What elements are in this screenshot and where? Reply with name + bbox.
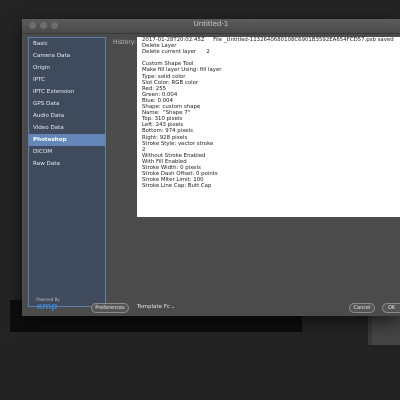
sidebar-item-gps-data[interactable]: GPS Data: [29, 98, 105, 110]
template-folder-dropdown[interactable]: Template Fc⌄: [137, 304, 175, 310]
sidebar-item-camera-data[interactable]: Camera Data: [29, 50, 105, 62]
history-text-area[interactable]: 2017-01-28T20:02:45Z File _Untitled-1132…: [137, 37, 400, 217]
background-strip: [0, 345, 400, 400]
title-bar[interactable]: Untitled-1: [22, 19, 400, 34]
chevron-down-icon: ⌄: [171, 304, 176, 310]
history-label: History:: [113, 39, 136, 46]
preferences-button[interactable]: Preferences: [91, 303, 129, 313]
category-list: Basic Camera Data Origin IPTC IPTC Extension…: [28, 37, 106, 307]
sidebar-item-basic[interactable]: Basic: [29, 38, 105, 50]
cancel-button[interactable]: Cancel: [349, 303, 375, 313]
sidebar-item-raw-data[interactable]: Raw Data: [29, 158, 105, 170]
file-info-dialog: Untitled-1 Basic Camera Data Origin IPTC IPT…: [22, 19, 400, 316]
window-title: Untitled-1: [193, 20, 229, 28]
sidebar-item-video-data[interactable]: Video Data: [29, 122, 105, 134]
xmp-logo: xmp: [36, 302, 58, 312]
template-folder-label: Template Fc: [137, 304, 171, 310]
ok-button[interactable]: OK: [382, 303, 400, 313]
sidebar-item-iptc-extension[interactable]: IPTC Extension: [29, 86, 105, 98]
sidebar-item-photoshop[interactable]: Photoshop: [29, 134, 105, 146]
sidebar-item-origin[interactable]: Origin: [29, 62, 105, 74]
sidebar-item-iptc[interactable]: IPTC: [29, 74, 105, 86]
sidebar-item-dicom[interactable]: DICOM: [29, 146, 105, 158]
history-line: Stroke Line Cap: Butt Cap: [142, 183, 212, 190]
sidebar-item-audio-data[interactable]: Audio Data: [29, 110, 105, 122]
ok-label: OK: [388, 305, 396, 311]
